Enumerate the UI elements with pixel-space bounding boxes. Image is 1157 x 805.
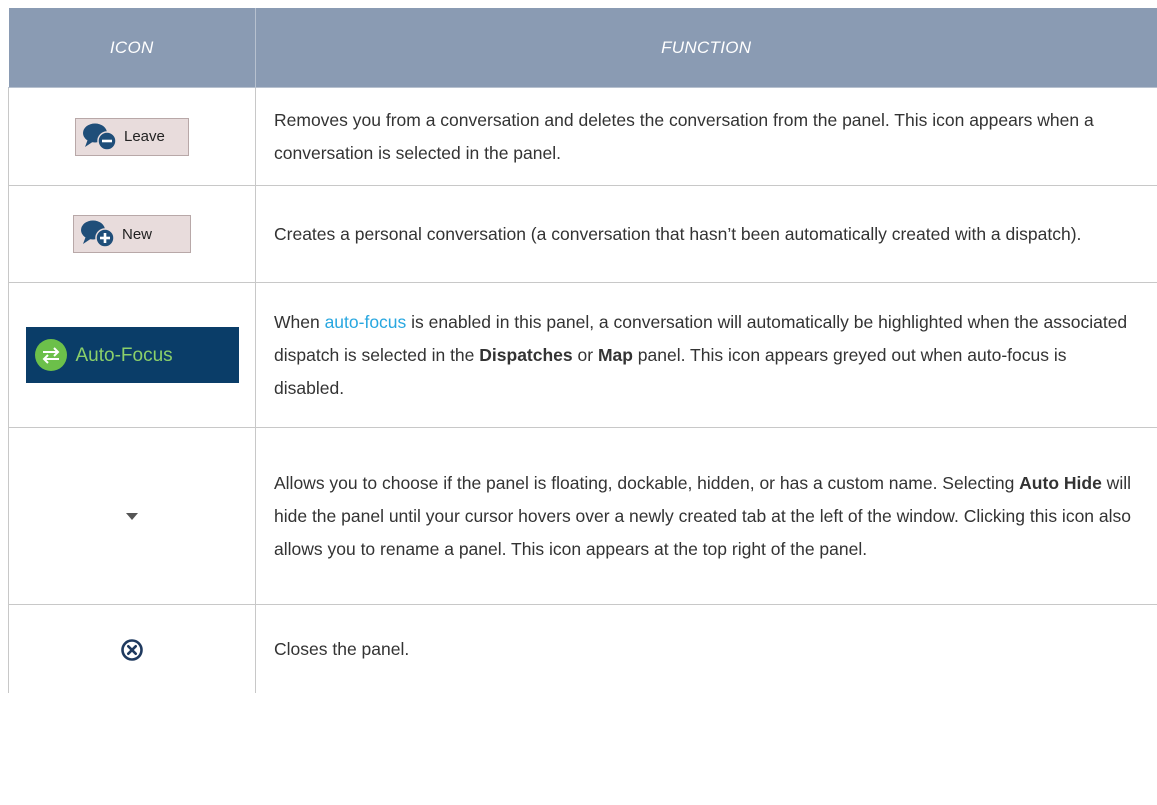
table-header-row: ICON FUNCTION [8,8,1157,88]
icon-cell: Auto-Focus [8,282,256,428]
map-term: Map [597,344,633,365]
function-cell: When auto-focus is enabled in this panel… [255,282,1157,428]
function-cell: Removes you from a conversation and dele… [255,87,1157,186]
leave-label: Leave [124,128,165,145]
row-description: Removes you from a conversation and dele… [274,109,1094,163]
auto-focus-link[interactable]: auto-focus [325,312,407,332]
row-description: Closes the panel. [274,638,410,659]
new-conversation-icon [81,220,115,248]
function-cell: Allows you to choose if the panel is flo… [255,427,1157,605]
table-row: Closes the panel. [8,604,1157,694]
icon-cell [8,427,256,605]
row-description: Creates a personal conversation (a conve… [274,223,1082,244]
auto-focus-label: Auto-Focus [75,344,173,366]
icon-function-table: ICON FUNCTION Leave Removes you from a c… [8,8,1157,693]
icon-column-header: ICON [8,8,256,88]
dispatches-term: Dispatches [479,344,573,365]
auto-hide-term: Auto Hide [1019,472,1102,493]
table-row: Auto-Focus When auto-focus is enabled in… [8,282,1157,428]
caret-down-icon [126,512,138,520]
table-row: Leave Removes you from a conversation an… [8,87,1157,186]
row-description: Allows you to choose if the panel is flo… [274,473,1131,559]
leave-button-image: Leave [75,117,189,156]
table-row: New Creates a personal conversation (a c… [8,185,1157,283]
leave-conversation-icon [83,123,117,151]
function-column-header: FUNCTION [255,8,1157,88]
function-cell: Closes the panel. [256,605,1157,694]
auto-focus-button-image: Auto-Focus [25,327,239,383]
new-label: New [122,225,153,243]
icon-cell: Leave [8,87,256,186]
text-fragment: or [572,344,598,365]
table-row: Allows you to choose if the panel is flo… [8,427,1157,605]
new-button-image: New [73,215,191,253]
row-description: When auto-focus is enabled in this panel… [274,312,1127,398]
icon-cell: New [8,185,256,283]
text-fragment: When [274,311,325,332]
close-circle-icon [121,639,143,661]
icon-cell [8,604,256,693]
auto-focus-icon [34,339,67,371]
function-cell: Creates a personal conversation (a conve… [255,185,1157,283]
text-fragment: Allows you to choose if the panel is flo… [274,472,1020,493]
